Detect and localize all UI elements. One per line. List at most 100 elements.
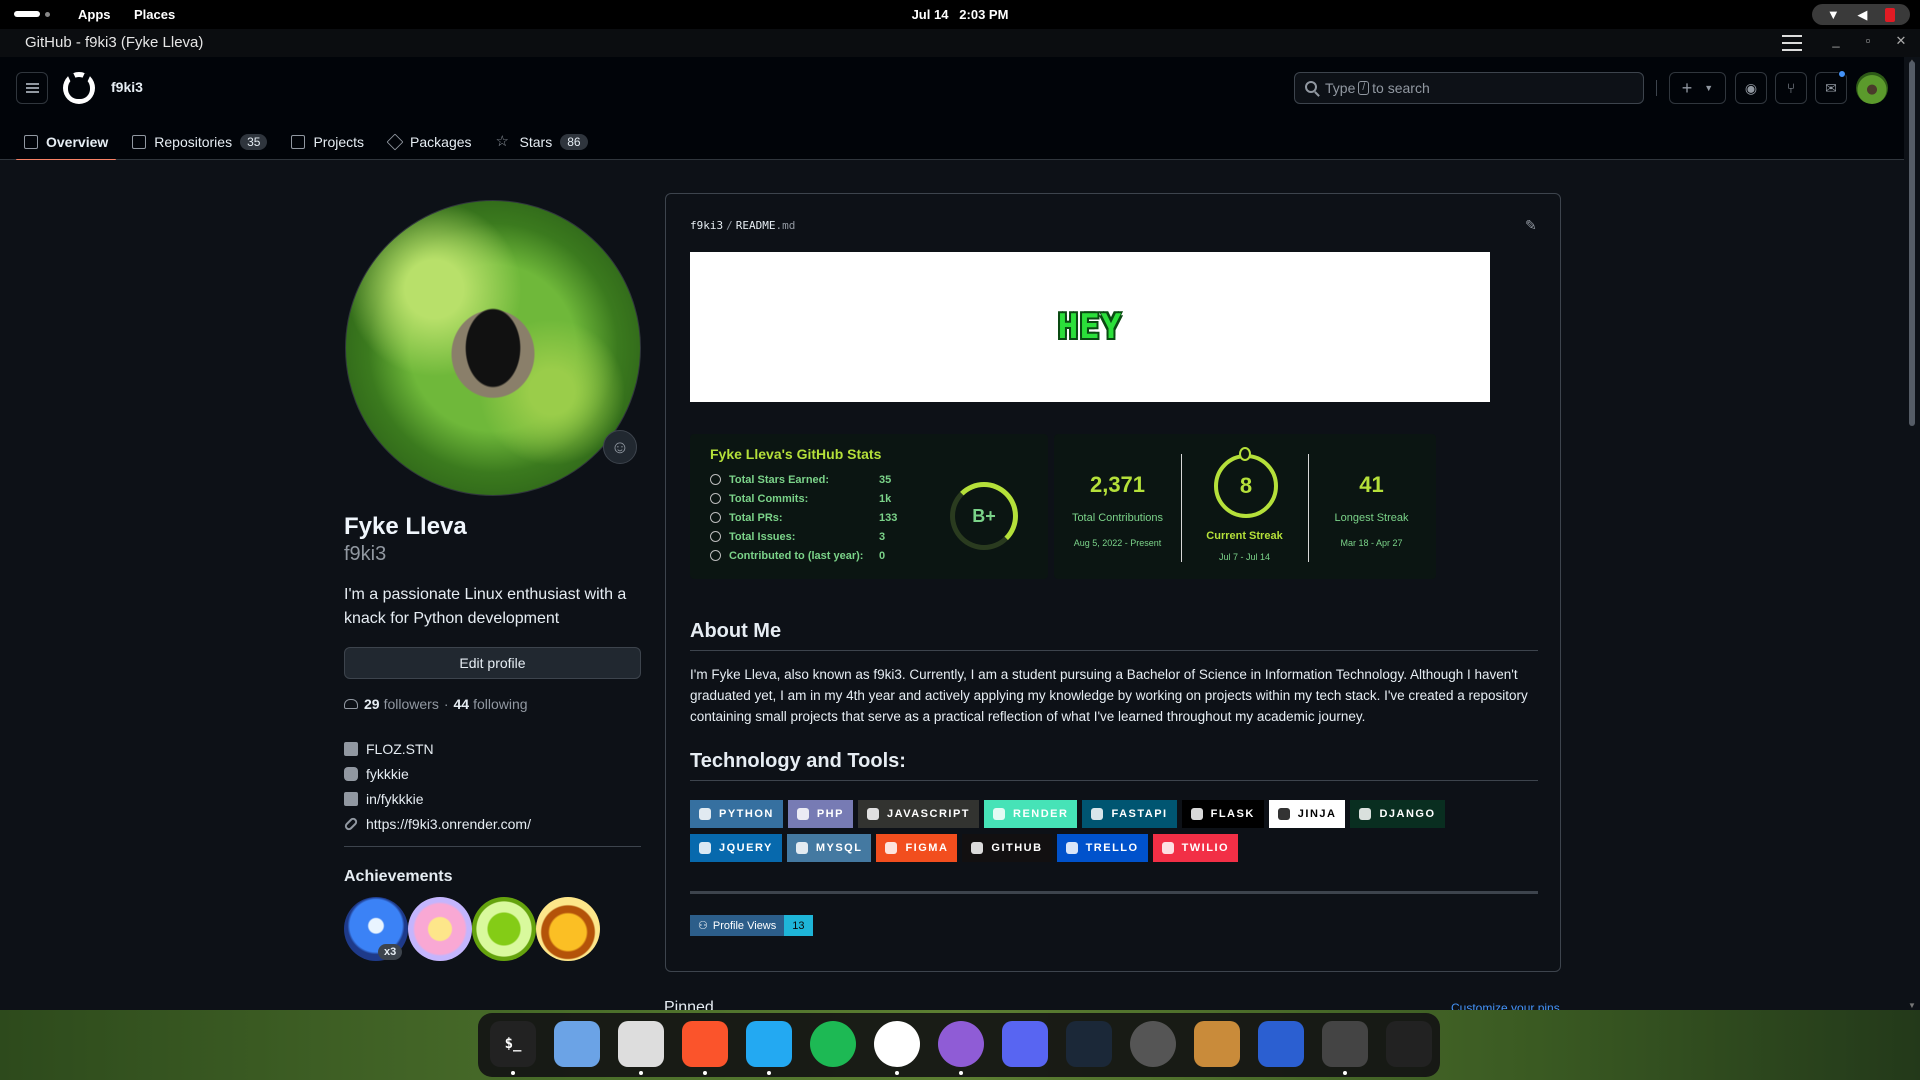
apps-menu[interactable]: Apps <box>78 7 111 22</box>
tech-badge-django: DJANGO <box>1350 800 1445 828</box>
table-icon <box>291 134 306 149</box>
sidebar-divider <box>344 846 641 847</box>
tab-label: Projects <box>313 133 365 150</box>
chevron-down-icon: ▼ <box>1704 83 1714 93</box>
tech-badge-label: JINJA <box>1297 808 1337 820</box>
pixel-character-icon[interactable] <box>1194 1021 1240 1067</box>
achievement-badge-quickdraw[interactable] <box>536 897 600 961</box>
window-menu-icon[interactable] <box>1782 35 1802 51</box>
tab-packages[interactable]: Packages <box>380 123 479 160</box>
app-grid-icon[interactable] <box>1386 1021 1432 1067</box>
system-menu[interactable]: ▼ ◀ <box>1812 4 1910 25</box>
hamburger-icon <box>25 81 39 96</box>
window-title: GitHub - f9ki3 (Fyke Lleva) <box>25 34 204 51</box>
stars-count: 86 <box>560 133 588 150</box>
maximize-icon[interactable]: ▫ <box>1859 33 1877 48</box>
heading-rule <box>690 650 1538 651</box>
obs-icon[interactable] <box>1130 1021 1176 1067</box>
tech-badge-javascript: JAVASCRIPT <box>857 800 980 828</box>
pull-requests-button[interactable]: ⑂ <box>1775 72 1807 104</box>
tab-overview[interactable]: Overview <box>16 123 117 161</box>
places-menu[interactable]: Places <box>134 7 175 22</box>
tech-badge-render: RENDER <box>984 800 1078 828</box>
github-logo-icon[interactable] <box>63 72 95 104</box>
github-icon <box>971 842 984 854</box>
issue-icon: ◉ <box>1744 79 1758 96</box>
tech-badge-figma: FIGMA <box>876 834 958 862</box>
hamburger-menu-button[interactable] <box>16 72 48 104</box>
tech-heading: Technology and Tools: <box>690 750 906 772</box>
jinja-icon <box>1277 808 1290 820</box>
social-link-facebook[interactable]: FLOZ.STN <box>344 736 531 761</box>
user-avatar[interactable] <box>1856 72 1888 104</box>
system-top-bar: Apps Places Jul 14 2:03 PM ▼ ◀ <box>0 0 1920 29</box>
edit-profile-button[interactable]: Edit profile <box>344 647 641 679</box>
context-username[interactable]: f9ki3 <box>111 79 143 95</box>
tech-badge-github: GITHUB <box>962 834 1052 862</box>
header-divider <box>1656 80 1657 96</box>
tech-badge-label: GITHUB <box>991 842 1043 854</box>
tech-badge-label: MYSQL <box>815 842 863 854</box>
scroll-down-icon[interactable]: ▼ <box>1908 1001 1916 1010</box>
tab-repositories[interactable]: Repositories 35 <box>124 123 275 160</box>
people-icon <box>344 699 358 709</box>
website-link[interactable]: https://f9ki3.onrender.com/ <box>343 811 531 836</box>
tech-badge-php: PHP <box>787 800 853 828</box>
discord-icon[interactable] <box>1002 1021 1048 1067</box>
search-input[interactable]: Type / to search <box>1294 72 1644 104</box>
tech-badge-label: DJANGO <box>1379 808 1436 820</box>
achievement-badge-pair[interactable] <box>472 897 536 961</box>
about-heading: About Me <box>690 620 782 642</box>
github-icon[interactable] <box>874 1021 920 1067</box>
app-icon[interactable] <box>1258 1021 1304 1067</box>
social-links: FLOZ.STN fykkkie in/fykkkie https://f9ki… <box>343 736 531 836</box>
customize-pins-link[interactable]: Customize your pins <box>1451 1001 1560 1010</box>
files-icon[interactable] <box>554 1021 600 1067</box>
scrollbar-thumb[interactable] <box>1909 61 1915 426</box>
set-status-button[interactable]: ☺ <box>603 430 637 464</box>
tech-badge-label: PYTHON <box>719 808 774 820</box>
tech-badge-flask: FLASK <box>1181 800 1264 828</box>
activities-indicator[interactable] <box>14 11 40 17</box>
tab-label: Packages <box>410 133 472 150</box>
banner-text: HEY <box>1057 307 1123 347</box>
tab-projects[interactable]: Projects <box>283 123 372 160</box>
achievement-badge-yolo[interactable] <box>408 897 472 961</box>
page-scrollbar[interactable]: ▲ ▼ <box>1904 57 1920 1010</box>
text-editor-icon[interactable] <box>618 1021 664 1067</box>
terminal-icon[interactable]: $_ <box>490 1021 536 1067</box>
spotify-icon[interactable] <box>810 1021 856 1067</box>
readme-file: README <box>735 219 776 232</box>
php-icon <box>796 808 809 820</box>
profile-avatar[interactable] <box>345 200 641 496</box>
django-icon <box>1359 808 1372 820</box>
social-link-instagram[interactable]: fykkkie <box>344 761 531 786</box>
repositories-count: 35 <box>240 133 268 150</box>
tech-badge-trello: TRELLO <box>1056 834 1148 862</box>
longest-streak-value: 41 <box>1359 472 1384 497</box>
running-indicator <box>1343 1071 1347 1075</box>
readme-owner[interactable]: f9ki3 <box>690 219 723 232</box>
steam-icon[interactable] <box>1066 1021 1112 1067</box>
edit-readme-icon[interactable]: ✎ <box>1525 217 1537 234</box>
github-stats-card: Fyke Lleva's GitHub Stats Total Stars Ea… <box>690 434 1048 579</box>
minimize-icon[interactable]: _ <box>1827 33 1845 48</box>
repo-icon <box>132 134 147 149</box>
brave-browser-icon[interactable] <box>682 1021 728 1067</box>
stat-row: Total Commits: 1k <box>710 489 891 508</box>
create-new-button[interactable]: + ▼ <box>1669 72 1726 104</box>
calculator-icon[interactable] <box>1322 1021 1368 1067</box>
longest-streak-label: Longest Streak <box>1334 512 1409 524</box>
clock-time[interactable]: 2:03 PM <box>959 7 1008 22</box>
tech-badge-row: PYTHON PHP JAVASCRIPT RENDER FASTAPI FLASK JIN… <box>690 800 1538 828</box>
following-link[interactable]: 44 following <box>454 696 528 712</box>
tab-stars[interactable]: ☆ Stars 86 <box>488 123 596 160</box>
social-link-linkedin[interactable]: in/fykkkie <box>344 786 531 811</box>
followers-link[interactable]: 29 followers <box>364 696 439 712</box>
streak-stats-card: 2,371 Total Contributions Aug 5, 2022 - … <box>1054 434 1436 579</box>
vscode-icon[interactable] <box>746 1021 792 1067</box>
issues-button[interactable]: ◉ <box>1735 72 1767 104</box>
github-desktop-icon[interactable] <box>938 1021 984 1067</box>
clock-date[interactable]: Jul 14 <box>912 7 949 22</box>
close-icon[interactable]: ✕ <box>1892 33 1910 49</box>
